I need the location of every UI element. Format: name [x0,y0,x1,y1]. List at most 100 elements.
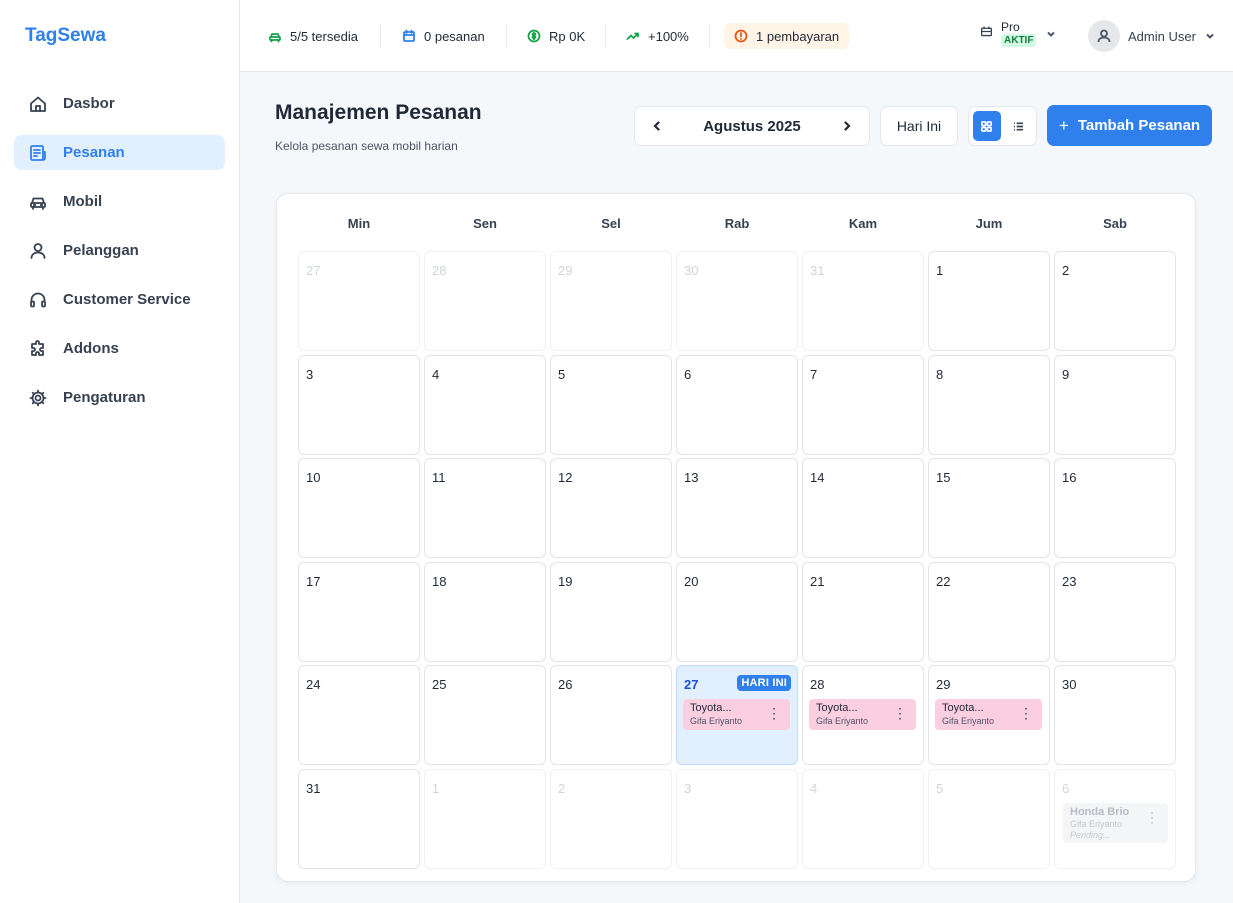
booking-event[interactable]: Toyota... Gifa Eriyanto · · · [809,699,916,730]
calendar-day[interactable]: 4 [802,769,924,869]
calendar-day[interactable]: 6 [676,355,798,455]
more-options-icon[interactable]: · · · [773,705,776,725]
calendar-day[interactable]: 22 [928,562,1050,662]
more-options-icon[interactable]: · · · [899,705,902,725]
prev-month-button[interactable] [647,116,667,136]
stat-alert[interactable]: 1 pembayaran [724,23,850,49]
divider [709,25,710,47]
calendar-day[interactable]: 19 [550,562,672,662]
calendar-day[interactable]: 18 [424,562,546,662]
avatar [1088,20,1120,52]
booking-event[interactable]: Honda Brio Gifa Eriyanto Pending... · · · [1063,803,1168,843]
day-number: 15 [936,470,951,485]
next-month-button[interactable] [837,116,857,136]
day-number: 27 [684,677,699,692]
calendar-day[interactable]: 2 [550,769,672,869]
calendar-day[interactable]: 3 [298,355,420,455]
calendar-day[interactable]: 1 [928,251,1050,351]
stat-dollar[interactable]: Rp 0K [527,23,585,49]
calendar-day[interactable]: 29 Toyota... Gifa Eriyanto · · · [928,665,1050,765]
day-number: 11 [432,470,446,485]
calendar-day[interactable]: 1 [424,769,546,869]
day-number: 4 [810,781,818,796]
sidebar-item-pengaturan[interactable]: Pengaturan [14,380,225,415]
plan-icon [980,25,993,43]
calendar-day[interactable]: 15 [928,458,1050,558]
calendar-day[interactable]: 8 [928,355,1050,455]
sidebar-item-pesanan[interactable]: Pesanan [14,135,225,170]
calendar-day[interactable]: 4 [424,355,546,455]
calendar-day[interactable]: 27 [298,251,420,351]
today-button[interactable]: Hari Ini [880,106,958,146]
calendar-day[interactable]: 3 [676,769,798,869]
calendar-day[interactable]: 21 [802,562,924,662]
calendar-day[interactable]: 16 [1054,458,1176,558]
headset-icon [28,290,48,310]
calendar-day[interactable]: 30 [1054,665,1176,765]
alert-icon [734,29,748,43]
calendar-day[interactable]: 17 [298,562,420,662]
calendar-day[interactable]: 12 [550,458,672,558]
divider [506,25,507,47]
more-options-icon[interactable]: · · · [1151,809,1154,829]
sidebar-item-dasbor[interactable]: Dasbor [14,86,225,121]
calendar-day[interactable]: 31 [298,769,420,869]
booking-event[interactable]: Toyota... Gifa Eriyanto · · · [683,699,790,730]
calendar-day[interactable]: 14 [802,458,924,558]
day-number: 5 [936,781,944,796]
calendar-view-button[interactable] [973,111,1001,141]
calendar-day[interactable]: 28 Toyota... Gifa Eriyanto · · · [802,665,924,765]
stat-car[interactable]: 5/5 tersedia [268,23,358,49]
calendar-day[interactable]: 23 [1054,562,1176,662]
event-customer: Gifa Eriyanto [816,716,869,726]
sidebar-item-pelanggan[interactable]: Pelanggan [14,233,225,268]
day-number: 7 [810,367,818,382]
day-number: 2 [558,781,566,796]
calendar-day[interactable]: 11 [424,458,546,558]
booking-event[interactable]: Toyota... Gifa Eriyanto · · · [935,699,1042,730]
calendar-day[interactable]: 9 [1054,355,1176,455]
day-number: 8 [936,367,944,382]
calendar-day-today[interactable]: 27 HARI INI Toyota... Gifa Eriyanto · · · [676,665,798,765]
day-number: 23 [1062,574,1077,589]
stat-trend-up[interactable]: +100% [626,23,689,49]
stat-calendar[interactable]: 0 pesanan [402,23,485,49]
more-options-icon[interactable]: · · · [1025,705,1028,725]
calendar-day[interactable]: 10 [298,458,420,558]
receipt-icon [28,143,48,163]
day-number: 24 [306,677,321,692]
calendar-day[interactable]: 2 [1054,251,1176,351]
day-number: 5 [558,367,566,382]
day-number: 27 [306,263,321,278]
calendar-day[interactable]: 26 [550,665,672,765]
sidebar-item-mobil[interactable]: Mobil [14,184,225,219]
list-view-button[interactable] [1005,111,1033,141]
calendar-day[interactable]: 28 [424,251,546,351]
sidebar-item-label: Pengaturan [63,389,146,406]
brand-logo[interactable]: TagSewa [25,25,106,47]
calendar-day[interactable]: 29 [550,251,672,351]
calendar-day[interactable]: 30 [676,251,798,351]
list-icon [1013,121,1023,131]
calendar-day[interactable]: 13 [676,458,798,558]
sidebar-item-customer-service[interactable]: Customer Service [14,282,225,317]
calendar-day[interactable]: 31 [802,251,924,351]
sidebar-item-addons[interactable]: Addons [14,331,225,366]
calendar-day[interactable]: 25 [424,665,546,765]
calendar-day[interactable]: 7 [802,355,924,455]
sidebar-item-label: Customer Service [63,291,191,308]
calendar-day[interactable]: 20 [676,562,798,662]
calendar-day[interactable]: 24 [298,665,420,765]
add-booking-button[interactable]: + Tambah Pesanan [1047,105,1212,146]
calendar-day[interactable]: 5 [928,769,1050,869]
plan-selector[interactable]: Pro AKTIF [980,20,1056,47]
day-number: 1 [432,781,440,796]
calendar-day[interactable]: 6 Honda Brio Gifa Eriyanto Pending... · · · [1054,769,1176,869]
stat-label: 5/5 tersedia [290,28,358,44]
calendar-day[interactable]: 5 [550,355,672,455]
event-customer: Gifa Eriyanto [1070,819,1123,829]
day-number: 28 [810,677,825,692]
plus-icon: + [1058,115,1069,135]
user-menu[interactable]: Admin User [1088,20,1215,52]
day-number: 2 [1062,263,1070,278]
